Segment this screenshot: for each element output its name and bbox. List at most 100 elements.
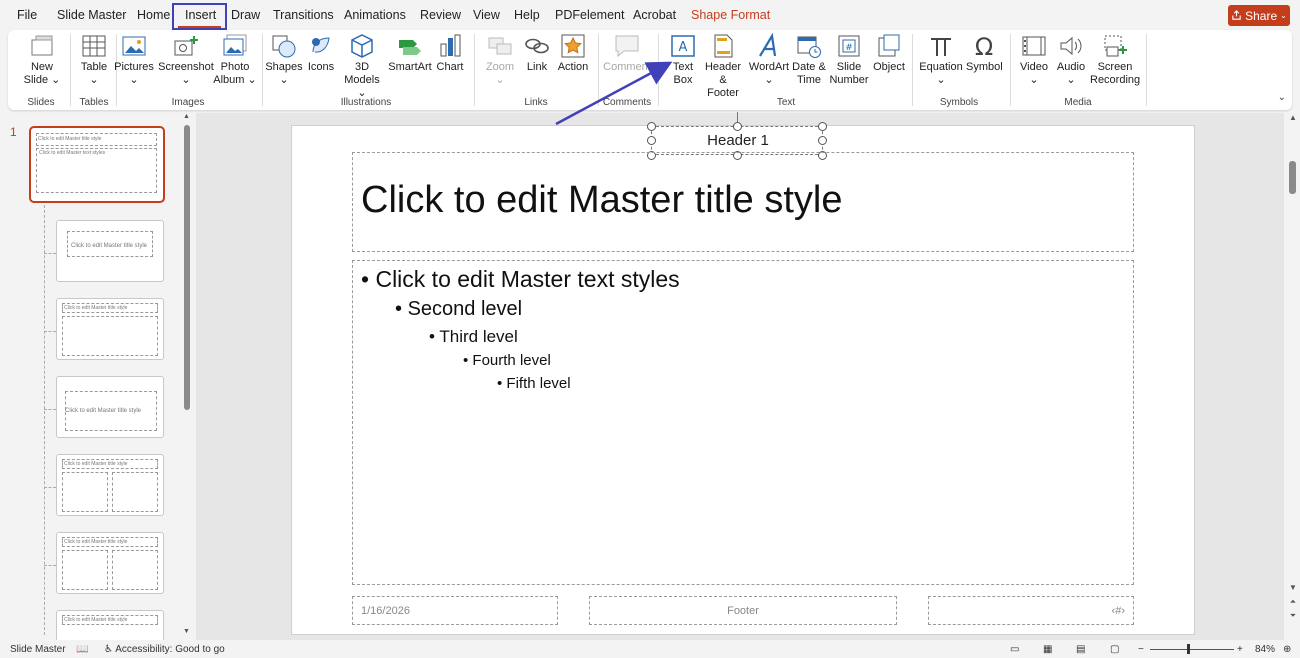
level-3-text[interactable]: • Third level <box>429 327 518 347</box>
text-box-button[interactable]: A Text Box <box>666 32 700 87</box>
notes-icon[interactable]: ▭ <box>1010 644 1019 655</box>
scroll-up-icon[interactable]: ▲ <box>183 113 190 120</box>
status-bar: Slide Master 📖 ♿ Accessibility: Good to … <box>0 640 1300 658</box>
audio-button[interactable]: Audio ⌄ <box>1054 32 1088 87</box>
date-time-label2: Time <box>796 74 822 86</box>
chart-icon <box>440 34 461 57</box>
screen-recording-button[interactable]: Screen Recording <box>1090 32 1140 87</box>
level-1-text[interactable]: • Click to edit Master text styles <box>361 266 680 293</box>
chart-button[interactable]: Chart <box>434 32 466 74</box>
layout-thumbnail-title-content[interactable]: Click to edit Master title style <box>56 298 164 360</box>
icons-button[interactable]: Icons <box>304 32 338 74</box>
zoom-out-icon[interactable]: − <box>1138 644 1144 655</box>
layout-thumbnail-title[interactable]: Click to edit Master title style <box>56 220 164 282</box>
smartart-button[interactable]: SmartArt <box>388 32 432 74</box>
scroll-down-icon[interactable]: ▼ <box>1288 583 1298 592</box>
new-slide-label2: Slide ⌄ <box>23 74 61 86</box>
thumbnails-scrollbar[interactable]: ▲ ▼ <box>183 113 191 640</box>
menu-home[interactable]: Home <box>137 8 170 22</box>
symbol-button[interactable]: Ω Symbol <box>966 32 1003 74</box>
menu-insert[interactable]: Insert <box>185 8 216 22</box>
date-placeholder[interactable]: 1/16/2026 <box>352 596 558 625</box>
date-text[interactable]: 1/16/2026 <box>361 605 410 617</box>
screenshot-button[interactable]: Screenshot ⌄ <box>154 32 218 87</box>
footer-placeholder[interactable]: Footer <box>589 596 897 625</box>
slide-sorter-icon[interactable]: ▦ <box>1043 644 1052 655</box>
accessibility-status[interactable]: ♿ Accessibility: Good to go <box>104 644 225 655</box>
resize-handle[interactable] <box>647 122 656 131</box>
slide-number-text[interactable]: ‹#› <box>1112 605 1125 617</box>
resize-handle[interactable] <box>818 122 827 131</box>
zoom-level[interactable]: 84% <box>1255 644 1275 655</box>
layout-thumbnail-two-content[interactable]: Click to edit Master title style <box>56 454 164 516</box>
footer-text[interactable]: Footer <box>590 605 896 617</box>
header-footer-button[interactable]: Header & Footer <box>702 32 744 100</box>
reading-view-icon[interactable]: ▤ <box>1076 644 1085 655</box>
menu-slide-master[interactable]: Slide Master <box>57 8 126 22</box>
photo-album-button[interactable]: Photo Album ⌄ <box>212 32 258 87</box>
resize-handle[interactable] <box>733 122 742 131</box>
previous-slide-icon[interactable]: ⏶ <box>1288 597 1298 607</box>
scroll-up-icon[interactable]: ▲ <box>1288 113 1298 122</box>
level-2-text[interactable]: • Second level <box>395 298 522 321</box>
next-slide-icon[interactable]: ⏷ <box>1288 611 1298 621</box>
share-button[interactable]: Share ⌄ <box>1228 5 1290 26</box>
title-placeholder[interactable]: Click to edit Master title style <box>352 152 1134 252</box>
layout-thumbnail-comparison[interactable]: Click to edit Master title style <box>56 532 164 594</box>
mini-title-text: Click to edit Master title style <box>64 539 128 545</box>
menu-help[interactable]: Help <box>514 8 540 22</box>
new-slide-button[interactable]: New Slide ⌄ <box>16 32 68 87</box>
header-text[interactable]: Header 1 <box>652 132 824 149</box>
zoom-slider-knob[interactable] <box>1187 644 1190 654</box>
layout-thumbnail-title-only[interactable]: Click to edit Master title style <box>56 610 164 640</box>
menu-shape-format[interactable]: Shape Format <box>691 8 770 22</box>
slide-number-placeholder[interactable]: ‹#› <box>928 596 1134 625</box>
menu-file[interactable]: File <box>17 8 37 22</box>
tree-tick <box>44 331 56 332</box>
canvas-scrollbar[interactable]: ▲ ▼ ⏶ ⏷ <box>1288 113 1298 640</box>
resize-handle[interactable] <box>818 136 827 145</box>
table-button[interactable]: Table ⌄ <box>68 32 120 87</box>
level-4-text[interactable]: • Fourth level <box>463 352 551 369</box>
master-slide-thumbnail[interactable]: Click to edit Master title style Click t… <box>29 126 165 203</box>
slide-master-page[interactable]: Header 1 Click to edit Master title styl… <box>291 112 1195 635</box>
menu-transitions[interactable]: Transitions <box>273 8 334 22</box>
zoom-slider[interactable] <box>1150 649 1234 650</box>
menu-draw[interactable]: Draw <box>231 8 260 22</box>
menu-acrobat[interactable]: Acrobat <box>633 8 676 22</box>
menu-pdfelement[interactable]: PDFelement <box>555 8 624 22</box>
zoom-in-icon[interactable]: + <box>1237 644 1243 655</box>
object-button[interactable]: Object <box>872 32 906 74</box>
action-button[interactable]: Action <box>556 32 590 74</box>
menu-animations[interactable]: Animations <box>344 8 406 22</box>
scrollbar-thumb[interactable] <box>184 125 190 410</box>
scrollbar-thumb[interactable] <box>1289 161 1296 194</box>
collapse-ribbon-icon[interactable]: ⌄ <box>1278 92 1286 103</box>
slideshow-icon[interactable]: ▢ <box>1110 644 1119 655</box>
video-button[interactable]: Video ⌄ <box>1016 32 1052 87</box>
body-placeholder[interactable]: • Click to edit Master text styles • Sec… <box>352 260 1134 585</box>
fit-slide-icon[interactable]: ⊕ <box>1283 644 1291 655</box>
svg-text:A: A <box>679 40 688 55</box>
symbol-label: Symbol <box>966 61 1003 73</box>
pictures-button[interactable]: Pictures ⌄ <box>114 32 154 87</box>
wordart-button[interactable]: WordArt ⌄ <box>748 32 790 87</box>
3d-models-button[interactable]: 3D Models ⌄ <box>340 32 384 100</box>
menu-view[interactable]: View <box>473 8 500 22</box>
equation-button[interactable]: Equation ⌄ <box>916 32 966 87</box>
slide-number-icon: # <box>838 35 860 57</box>
resize-handle[interactable] <box>647 136 656 145</box>
book-icon[interactable]: 📖 <box>76 644 88 655</box>
comment-button[interactable]: Comment <box>602 32 652 74</box>
level-5-text[interactable]: • Fifth level <box>497 375 571 392</box>
scroll-down-icon[interactable]: ▼ <box>183 628 190 635</box>
zoom-button[interactable]: Zoom ⌄ <box>482 32 518 87</box>
date-time-button[interactable]: Date & Time <box>792 32 826 87</box>
shapes-button[interactable]: Shapes ⌄ <box>264 32 304 87</box>
menu-review[interactable]: Review <box>420 8 461 22</box>
title-text[interactable]: Click to edit Master title style <box>361 179 842 222</box>
comment-icon <box>615 35 639 58</box>
link-button[interactable]: Link <box>522 32 552 74</box>
layout-thumbnail-section[interactable]: Click to edit Master title style <box>56 376 164 438</box>
slide-number-button[interactable]: # Slide Number <box>828 32 870 87</box>
